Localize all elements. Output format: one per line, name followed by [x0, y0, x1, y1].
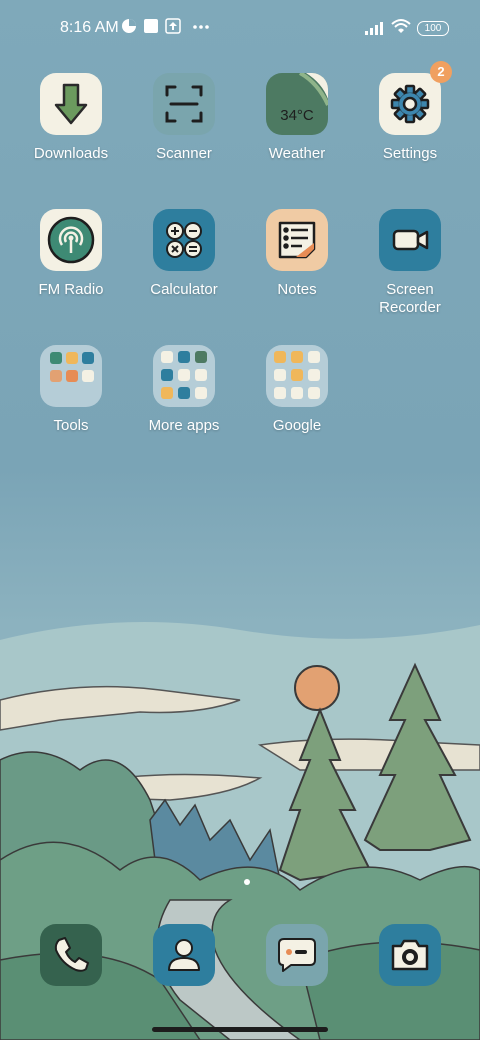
mini-app-icon [82, 352, 94, 364]
mini-app-icon [308, 387, 320, 399]
app-calculator[interactable]: Calculator [136, 209, 232, 299]
mini-app-icon [274, 387, 286, 399]
mini-app-icon [161, 351, 173, 363]
folder-more-apps[interactable]: More apps [136, 345, 232, 435]
cellular-signal-icon [364, 20, 386, 41]
messages-icon [278, 938, 316, 972]
app-label: Weather [268, 145, 326, 162]
app-scanner[interactable]: Scanner [136, 73, 232, 163]
settings-gear-icon [379, 73, 441, 135]
app-label: FM Radio [38, 281, 104, 298]
scanner-icon [153, 73, 215, 135]
fm-radio-icon [40, 209, 102, 271]
app-screen-recorder[interactable]: Screen Recorder [362, 209, 458, 317]
square-notification-icon [143, 18, 159, 39]
app-weather[interactable]: 34°C Weather [249, 73, 345, 163]
mini-app-icon [82, 370, 94, 382]
app-label: Screen Recorder [379, 281, 441, 316]
camera-icon [391, 939, 429, 971]
mini-app-icon [178, 387, 190, 399]
calculator-icon [153, 209, 215, 271]
phone-icon [54, 937, 89, 972]
dock-camera[interactable] [379, 924, 441, 986]
app-downloads[interactable]: Downloads [23, 73, 119, 163]
mini-app-icon [178, 369, 190, 381]
data-saver-icon [121, 18, 137, 39]
mini-app-icon [50, 370, 62, 382]
page-indicator [244, 879, 250, 885]
app-settings[interactable]: 2 Settings [362, 61, 458, 163]
mini-app-icon [291, 351, 303, 363]
more-dots-icon [192, 20, 210, 38]
mini-app-icon [274, 351, 286, 363]
upload-icon [165, 18, 181, 39]
mini-app-icon [66, 370, 78, 382]
sun [294, 665, 340, 711]
folder-icon [40, 345, 102, 407]
battery-icon: 100 [417, 21, 449, 36]
folder-icon [266, 345, 328, 407]
app-label: Google [272, 417, 322, 434]
dock-messages[interactable] [266, 924, 328, 986]
wifi-icon [391, 17, 411, 40]
status-bar: 8:16 AM 100 [0, 0, 480, 56]
app-label: Calculator [150, 281, 218, 298]
mini-app-icon [161, 369, 173, 381]
home-gesture-bar[interactable] [152, 1027, 328, 1032]
mini-app-icon [66, 352, 78, 364]
mini-app-icon [308, 351, 320, 363]
weather-temp: 34°C [280, 107, 314, 124]
dock-phone[interactable] [40, 924, 102, 986]
app-fm-radio[interactable]: FM Radio [23, 209, 119, 299]
mini-app-icon [195, 351, 207, 363]
mini-app-icon [195, 387, 207, 399]
app-label: Downloads [33, 145, 109, 162]
weather-icon: 34°C [266, 73, 328, 135]
folder-google[interactable]: Google [249, 345, 345, 435]
app-label: More apps [148, 417, 220, 434]
app-label: Scanner [156, 145, 212, 162]
mini-app-icon [50, 352, 62, 364]
mini-app-icon [274, 369, 286, 381]
app-label: Tools [53, 417, 89, 434]
mini-app-icon [161, 387, 173, 399]
downloads-icon [40, 73, 102, 135]
notes-icon [266, 209, 328, 271]
mini-app-icon [308, 369, 320, 381]
app-notes[interactable]: Notes [249, 209, 345, 299]
screen-recorder-icon [379, 209, 441, 271]
folder-icon [153, 345, 215, 407]
app-label: Settings [382, 145, 438, 162]
notification-badge: 2 [430, 61, 452, 83]
mini-app-icon [178, 351, 190, 363]
contacts-icon [168, 939, 200, 971]
clock: 8:16 AM [60, 19, 119, 36]
mini-app-icon [195, 369, 207, 381]
folder-tools[interactable]: Tools [23, 345, 119, 435]
mini-app-icon [291, 369, 303, 381]
mini-app-icon [291, 387, 303, 399]
dock-contacts[interactable] [153, 924, 215, 986]
app-label: Notes [277, 281, 317, 298]
